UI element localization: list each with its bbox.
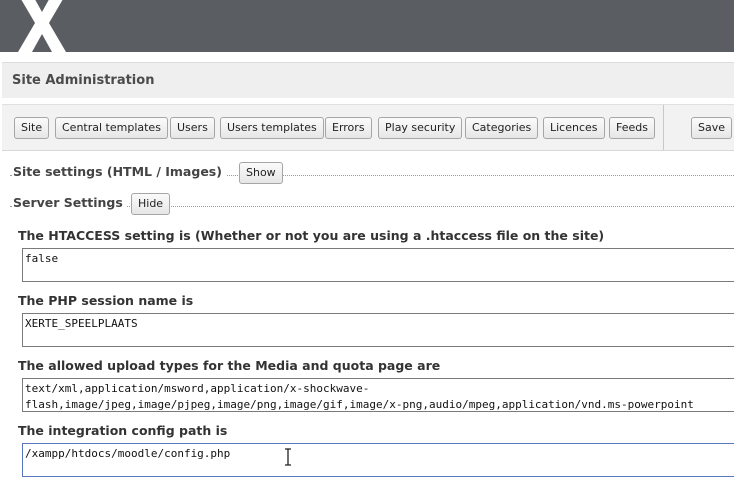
site-button[interactable]: Site — [14, 117, 50, 139]
xerte-logo-icon — [18, 0, 66, 52]
htaccess-label: The HTACCESS setting is (Whether or not … — [18, 228, 605, 243]
top-banner — [0, 0, 734, 52]
admin-toolbar: Site Central templates Users Users templ… — [2, 104, 734, 151]
play-security-button[interactable]: Play security — [378, 117, 463, 139]
page-header: Site Administration — [2, 62, 734, 98]
server-settings-hide-button[interactable]: Hide — [131, 193, 171, 215]
licences-button[interactable]: Licences — [543, 117, 605, 139]
errors-button[interactable]: Errors — [325, 117, 372, 139]
central-templates-button[interactable]: Central templates — [55, 117, 168, 139]
users-button[interactable]: Users — [170, 117, 215, 139]
htaccess-field[interactable]: false — [22, 248, 734, 282]
session-name-label: The PHP session name is — [18, 293, 194, 308]
categories-button[interactable]: Categories — [465, 117, 539, 139]
toolbar-divider — [663, 105, 664, 150]
upload-types-field[interactable]: text/xml,application/msword,application/… — [22, 378, 734, 412]
page-title: Site Administration — [12, 73, 155, 88]
integration-path-label: The integration config path is — [18, 423, 228, 438]
server-settings-heading[interactable]: Server Settings — [13, 195, 127, 210]
users-templates-button[interactable]: Users templates — [220, 117, 324, 139]
site-settings-show-button[interactable]: Show — [239, 162, 283, 184]
feeds-button[interactable]: Feeds — [609, 117, 655, 139]
upload-types-label: The allowed upload types for the Media a… — [18, 358, 441, 373]
site-settings-heading[interactable]: Site settings (HTML / Images) — [13, 164, 226, 179]
session-name-field[interactable]: XERTE_SPEELPLAATS — [22, 313, 734, 347]
save-button[interactable]: Save — [691, 117, 733, 139]
integration-path-field[interactable]: /xampp/htdocs/moodle/config.php — [22, 443, 734, 477]
text-cursor-icon — [285, 448, 291, 466]
